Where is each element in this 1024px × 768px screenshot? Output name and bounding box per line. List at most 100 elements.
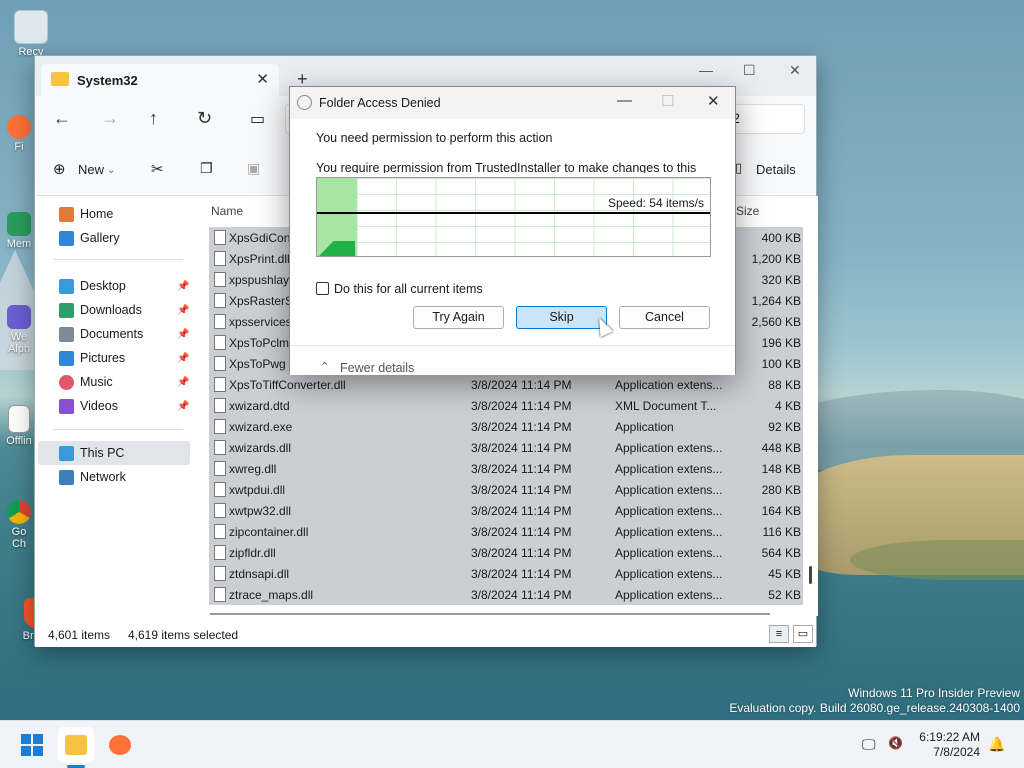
- cell-name: xwizards.dll: [229, 441, 292, 455]
- chrome-icon: [7, 500, 31, 524]
- pictures-icon: [59, 350, 74, 366]
- notification-bell-icon[interactable]: 🔔: [988, 736, 1005, 753]
- tiles-view-icon[interactable]: ▭: [793, 625, 813, 643]
- desktop-icon-wolfram[interactable]: We Alph: [4, 305, 34, 355]
- cell-type: Application: [615, 420, 674, 434]
- refresh-icon[interactable]: ↻: [197, 108, 212, 129]
- table-row[interactable]: xwizard.dtd 3/8/2024 11:14 PM XML Document…: [209, 395, 803, 416]
- sidebar-item-documents[interactable]: Documents 📌: [59, 323, 189, 345]
- cell-size: 2,560 KB: [751, 315, 801, 329]
- paste-icon[interactable]: ▣: [247, 160, 260, 177]
- minimize-button[interactable]: —: [617, 92, 632, 109]
- pin-icon[interactable]: 📌: [177, 401, 189, 412]
- sidebar-item-gallery[interactable]: Gallery: [59, 227, 120, 249]
- cell-name: zipcontainer.dll: [229, 525, 309, 539]
- pin-icon[interactable]: 📌: [177, 377, 189, 388]
- pin-icon[interactable]: 📌: [177, 305, 189, 316]
- table-row[interactable]: ztdnsapi.dll 3/8/2024 11:14 PM Application…: [209, 563, 803, 584]
- dialog-title: Folder Access Denied: [319, 96, 441, 110]
- table-row[interactable]: zipcontainer.dll 3/8/2024 11:14 PM Applica…: [209, 521, 803, 542]
- pin-icon[interactable]: 📌: [177, 281, 189, 292]
- cell-name: zipfldr.dll: [229, 546, 276, 560]
- sidebar-item-label: Pictures: [80, 351, 126, 365]
- desktop-icon-offline[interactable]: Offlin: [4, 405, 34, 447]
- cell-name: xwizard.dtd: [229, 399, 290, 413]
- computer-icon: [59, 445, 74, 461]
- cell-date: 3/8/2024 11:14 PM: [471, 378, 572, 392]
- pin-icon[interactable]: 📌: [177, 353, 189, 364]
- table-row[interactable]: XpsToTiffConverter.dll 3/8/2024 11:14 PM A…: [209, 374, 803, 395]
- taskbar-firefox[interactable]: [102, 727, 138, 763]
- close-window-button[interactable]: ✕: [789, 62, 801, 79]
- desktop-icon-label: We Alph: [7, 331, 31, 355]
- column-header-size[interactable]: Size: [736, 204, 759, 218]
- copy-icon[interactable]: ❐: [200, 160, 213, 177]
- dialog-detail-message: You require permission from TrustedInsta…: [316, 161, 697, 173]
- volume-muted-icon[interactable]: 🔇: [888, 736, 903, 750]
- maximize-button[interactable]: ☐: [743, 62, 756, 79]
- table-row[interactable]: xwtpw32.dll 3/8/2024 11:14 PM Application …: [209, 500, 803, 521]
- cell-name: xpsservices: [229, 315, 289, 329]
- sidebar-item-music[interactable]: Music 📌: [59, 371, 189, 393]
- forward-arrow-icon[interactable]: →: [101, 108, 119, 129]
- chevron-up-icon[interactable]: ⌃: [320, 360, 329, 373]
- file-icon: [214, 293, 226, 308]
- new-button[interactable]: New: [78, 162, 104, 177]
- close-dialog-button[interactable]: ✕: [707, 92, 720, 110]
- divider: [53, 429, 183, 430]
- clock[interactable]: 6:19:22 AM 7/8/2024: [919, 730, 980, 760]
- cell-date: 3/8/2024 11:14 PM: [471, 546, 572, 560]
- apply-to-all-label: Do this for all current items: [334, 282, 483, 296]
- table-row[interactable]: xwizard.exe 3/8/2024 11:14 PM Application 9…: [209, 416, 803, 437]
- table-row[interactable]: ztrace_maps.dll 3/8/2024 11:14 PM Applicat…: [209, 584, 803, 605]
- cell-name: xwizard.exe: [229, 420, 293, 434]
- vertical-scrollbar[interactable]: [809, 566, 812, 584]
- cell-size: 448 KB: [761, 441, 801, 455]
- details-button[interactable]: Details: [756, 162, 796, 177]
- cell-size: 564 KB: [761, 546, 801, 560]
- documents-icon: [59, 326, 74, 342]
- minimize-button[interactable]: —: [699, 62, 713, 78]
- table-row[interactable]: xwtpdui.dll 3/8/2024 11:14 PM Application …: [209, 479, 803, 500]
- cell-size: 164 KB: [761, 504, 801, 518]
- table-row[interactable]: zipfldr.dll 3/8/2024 11:14 PM Application …: [209, 542, 803, 563]
- fewer-details-link[interactable]: Fewer details: [340, 361, 414, 375]
- tab-system32[interactable]: System32 ✕: [41, 64, 279, 96]
- file-icon: [214, 524, 226, 539]
- cancel-button[interactable]: Cancel: [619, 306, 710, 329]
- horizontal-scrollbar[interactable]: [210, 613, 770, 615]
- status-bar: 4,601 items 4,619 items selected ≡ ▭: [35, 619, 816, 647]
- sidebar-item-desktop[interactable]: Desktop 📌: [59, 275, 189, 297]
- desktop-icon-recycle-bin[interactable]: Recy: [8, 10, 54, 58]
- desktop-icon-chrome[interactable]: Go Ch: [4, 500, 34, 550]
- desktop-icon-firefox[interactable]: Fi: [4, 115, 34, 153]
- close-tab-icon[interactable]: ✕: [256, 70, 269, 88]
- apply-to-all-checkbox[interactable]: [316, 282, 329, 295]
- table-row[interactable]: xwreg.dll 3/8/2024 11:14 PM Application ex…: [209, 458, 803, 479]
- column-header-name[interactable]: Name: [211, 204, 243, 218]
- cut-icon[interactable]: ✂: [151, 160, 164, 178]
- up-arrow-icon[interactable]: ↑: [149, 108, 158, 129]
- sidebar-item-this-pc[interactable]: This PC: [59, 442, 124, 464]
- network-icon[interactable]: 🖵: [862, 736, 876, 753]
- table-row[interactable]: xwizards.dll 3/8/2024 11:14 PM Application…: [209, 437, 803, 458]
- skip-button[interactable]: Skip: [516, 306, 607, 329]
- taskbar-file-explorer[interactable]: [58, 727, 94, 763]
- details-view-icon[interactable]: ≡: [769, 625, 789, 643]
- cell-name: XpsToTiffConverter.dll: [229, 378, 346, 392]
- sidebar-item-home[interactable]: Home: [59, 203, 113, 225]
- sidebar-item-videos[interactable]: Videos 📌: [59, 395, 189, 417]
- desktop-icon-memory[interactable]: Mem: [4, 212, 34, 250]
- desktop-icon: [59, 278, 74, 294]
- sidebar-item-downloads[interactable]: Downloads 📌: [59, 299, 189, 321]
- try-again-button[interactable]: Try Again: [413, 306, 504, 329]
- sidebar-item-network[interactable]: Network: [59, 466, 126, 488]
- back-arrow-icon[interactable]: ←: [53, 108, 71, 129]
- clock-date: 7/8/2024: [933, 745, 980, 759]
- tab-label: System32: [77, 73, 138, 88]
- pin-icon[interactable]: 📌: [177, 329, 189, 340]
- start-button[interactable]: [21, 734, 43, 756]
- watermark-line: Evaluation copy. Build 26080.ge_release.…: [729, 701, 1020, 715]
- cell-type: Application extens...: [615, 504, 723, 518]
- sidebar-item-pictures[interactable]: Pictures 📌: [59, 347, 189, 369]
